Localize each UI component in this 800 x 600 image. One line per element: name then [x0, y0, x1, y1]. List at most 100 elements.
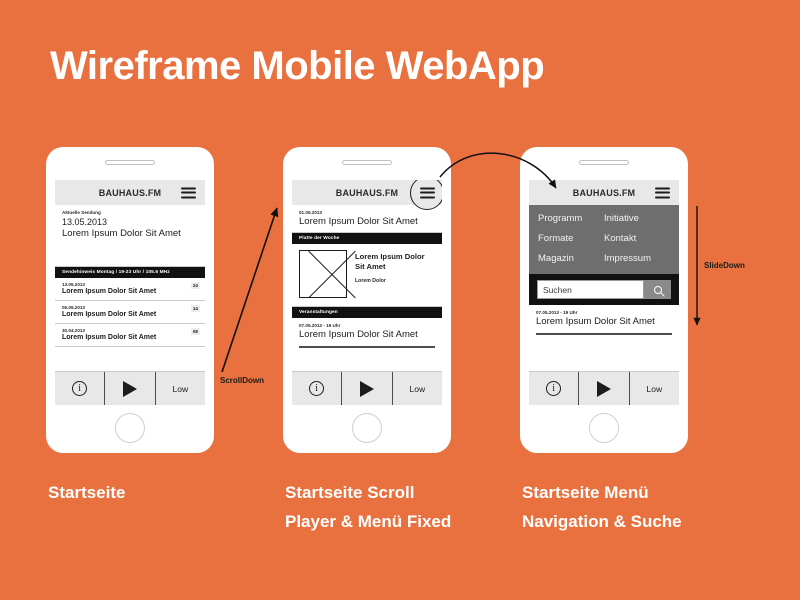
- top-entry-block[interactable]: 01.05.2013 Lorem Ipsum Dolor Sit Amet: [292, 205, 442, 228]
- divider: [536, 333, 672, 335]
- menu-item-kontakt[interactable]: Kontakt: [604, 233, 670, 244]
- event-entry[interactable]: 07.05.2013 - 19 Uhr Lorem Ipsum Dolor Si…: [529, 305, 679, 328]
- scroll-down-arrow: [221, 207, 279, 373]
- record-title: Lorem Ipsum Dolor Sit Amet: [355, 252, 425, 271]
- hamburger-line: [655, 187, 670, 189]
- phone-speaker-icon: [105, 160, 155, 165]
- hamburger-line: [655, 191, 670, 194]
- home-button[interactable]: [115, 413, 145, 443]
- row-title: Lorem Ipsum Dolor Sit Amet: [62, 311, 157, 318]
- event-entry[interactable]: 07.05.2013 - 19 Uhr Lorem Ipsum Dolor Si…: [292, 318, 442, 341]
- brand-label: BAUHAUS.FM: [98, 187, 162, 198]
- event-date: 07.05.2013 - 19 Uhr: [299, 323, 341, 328]
- quality-button[interactable]: Low: [393, 372, 442, 405]
- screen-startseite: BAUHAUS.FM Aktuelle Sendung 13.05.2013 L…: [55, 180, 205, 405]
- event-title: Lorem Ipsum Dolor Sit Amet: [299, 329, 418, 340]
- search-button[interactable]: [644, 280, 671, 299]
- row-date: 06.05.2013: [62, 305, 85, 310]
- status-badge: 14: [190, 305, 200, 312]
- slide-down-label: SlideDown: [704, 261, 745, 270]
- status-badge: 24: [190, 282, 200, 289]
- table-row[interactable]: 13.05.2013 Lorem Ipsum Dolor Sit Amet 24: [55, 278, 205, 301]
- navigation-menu: Programm Initiative Formate Kontakt Maga…: [529, 205, 679, 274]
- quality-button[interactable]: Low: [630, 372, 679, 405]
- play-icon: [596, 380, 611, 397]
- record-text: Lorem Ipsum Dolor Sit Amet Lorem Dolor: [347, 250, 435, 298]
- play-icon: [122, 380, 137, 397]
- now-playing-block: Aktuelle Sendung 13.05.2013 Lorem Ipsum …: [55, 205, 205, 240]
- table-row[interactable]: 30.04.2013 Lorem Ipsum Dolor Sit Amet 08: [55, 324, 205, 347]
- screen-startseite-scroll: BAUHAUS.FM 01.05.2013 Lorem Ipsum Dolor …: [292, 180, 442, 405]
- menu-item-formate[interactable]: Formate: [538, 233, 604, 244]
- status-badge: 08: [190, 328, 200, 335]
- brand-label: BAUHAUS.FM: [335, 187, 399, 198]
- slide-canvas: Wireframe Mobile WebApp BAUHAUS.FM Aktue…: [0, 0, 800, 600]
- hamburger-menu-highlight[interactable]: [410, 180, 442, 210]
- row-title: Lorem Ipsum Dolor Sit Amet: [299, 216, 418, 227]
- app-header: BAUHAUS.FM: [55, 180, 205, 205]
- row-date: 01.05.2013: [299, 210, 322, 215]
- hamburger-menu-icon[interactable]: [419, 187, 435, 198]
- row-title: Lorem Ipsum Dolor Sit Amet: [62, 288, 157, 295]
- divider: [299, 346, 435, 348]
- player-bar: i Low: [55, 371, 205, 405]
- info-icon: i: [309, 381, 325, 396]
- page-title: Wireframe Mobile WebApp: [50, 44, 545, 88]
- play-button[interactable]: [579, 372, 630, 405]
- section-header-record: Platte der Woche: [292, 233, 442, 244]
- now-playing-date: 13.05.2013: [62, 217, 108, 227]
- row-title: Lorem Ipsum Dolor Sit Amet: [62, 334, 157, 341]
- hamburger-line: [181, 187, 196, 189]
- phone-mockup-startseite-scroll: BAUHAUS.FM 01.05.2013 Lorem Ipsum Dolor …: [283, 147, 451, 453]
- menu-item-impressum[interactable]: Impressum: [604, 253, 670, 264]
- scroll-down-label: ScrollDown: [220, 376, 265, 385]
- record-subtitle: Lorem Dolor: [355, 278, 386, 284]
- menu-item-programm[interactable]: Programm: [538, 213, 604, 224]
- menu-item-initiative[interactable]: Initiative: [604, 213, 670, 224]
- info-icon: i: [546, 381, 562, 396]
- app-header: BAUHAUS.FM: [529, 180, 679, 205]
- phone-speaker-icon: [579, 160, 629, 165]
- record-of-the-week[interactable]: Lorem Ipsum Dolor Sit Amet Lorem Dolor: [292, 244, 442, 306]
- phone-mockup-startseite-menu: BAUHAUS.FM Programm Initiative Formate K…: [520, 147, 688, 453]
- screen-startseite-menu: BAUHAUS.FM Programm Initiative Formate K…: [529, 180, 679, 405]
- phone-mockup-startseite: BAUHAUS.FM Aktuelle Sendung 13.05.2013 L…: [46, 147, 214, 453]
- quality-label: Low: [646, 383, 663, 394]
- hamburger-line: [181, 196, 196, 198]
- hamburger-menu-icon[interactable]: [181, 187, 196, 198]
- play-button[interactable]: [105, 372, 156, 405]
- info-button[interactable]: i: [529, 372, 580, 405]
- hamburger-line: [655, 196, 670, 198]
- home-button[interactable]: [352, 413, 382, 443]
- section-header-events: Veranstaltungen: [292, 307, 442, 318]
- hamburger-line: [419, 196, 435, 198]
- play-icon: [359, 380, 374, 397]
- hamburger-line: [419, 191, 435, 194]
- menu-item-magazin[interactable]: Magazin: [538, 253, 604, 264]
- row-date: 30.04.2013: [62, 328, 85, 333]
- hamburger-line: [181, 191, 196, 194]
- caption-phone-1: Startseite: [48, 483, 126, 502]
- info-button[interactable]: i: [55, 372, 106, 405]
- image-placeholder-icon: [299, 250, 347, 298]
- play-button[interactable]: [342, 372, 393, 405]
- brand-label: BAUHAUS.FM: [572, 187, 636, 198]
- caption-phone-3: Startseite Menü Navigation & Suche: [522, 483, 682, 531]
- player-bar: i Low: [292, 371, 442, 405]
- player-bar: i Low: [529, 371, 679, 405]
- row-date: 13.05.2013: [62, 282, 85, 287]
- info-button[interactable]: i: [292, 372, 343, 405]
- caption-phone-2: Startseite Scroll Player & Menü Fixed: [285, 483, 452, 531]
- event-date: 07.05.2013 - 19 Uhr: [536, 310, 578, 315]
- now-playing-kicker: Aktuelle Sendung: [62, 210, 101, 215]
- quality-button[interactable]: Low: [156, 372, 205, 405]
- table-row[interactable]: 06.05.2013 Lorem Ipsum Dolor Sit Amet 14: [55, 301, 205, 324]
- search-input[interactable]: Suchen: [537, 280, 644, 299]
- hamburger-menu-icon[interactable]: [655, 187, 670, 198]
- search-bar: Suchen: [529, 274, 679, 305]
- quality-label: Low: [409, 383, 426, 394]
- home-button[interactable]: [589, 413, 619, 443]
- notice-bar: Sendehinweis Montag / 19-23 Uhr / 105.6 …: [55, 267, 205, 278]
- quality-label: Low: [172, 383, 189, 394]
